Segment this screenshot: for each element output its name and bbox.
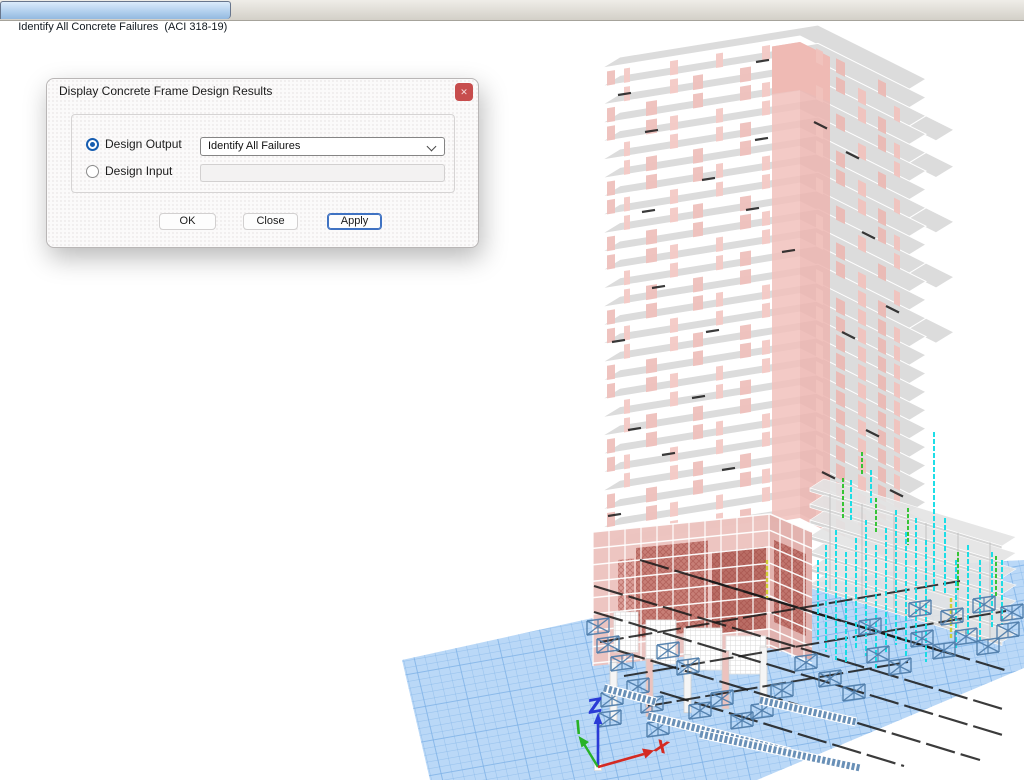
chevron-down-icon	[427, 142, 437, 152]
design-output-radio[interactable]	[86, 138, 99, 151]
close-icon[interactable]: ✕	[455, 83, 473, 101]
view-tab[interactable]: Identify All Concrete Failures (ACI 318-…	[0, 1, 231, 19]
design-input-field	[200, 164, 445, 182]
dialog-title: Display Concrete Frame Design Results	[59, 79, 272, 104]
axis-y-tick	[578, 720, 579, 734]
apply-button[interactable]: Apply	[327, 213, 382, 230]
design-output-dropdown-value: Identify All Failures	[208, 140, 300, 152]
display-design-results-dialog: Display Concrete Frame Design Results ✕ …	[46, 78, 479, 248]
design-input-label: Design Input	[105, 164, 172, 178]
close-button[interactable]: Close	[243, 213, 298, 230]
view-tab-label: Identify All Concrete Failures (ACI 318-…	[18, 21, 227, 33]
design-input-radio[interactable]	[86, 165, 99, 178]
design-output-label: Design Output	[105, 137, 182, 151]
ok-button[interactable]: OK	[159, 213, 216, 230]
window-tab-bar: Identify All Concrete Failures (ACI 318-…	[0, 0, 1024, 21]
design-output-dropdown[interactable]: Identify All Failures	[200, 137, 445, 156]
tower-model	[602, 25, 954, 568]
